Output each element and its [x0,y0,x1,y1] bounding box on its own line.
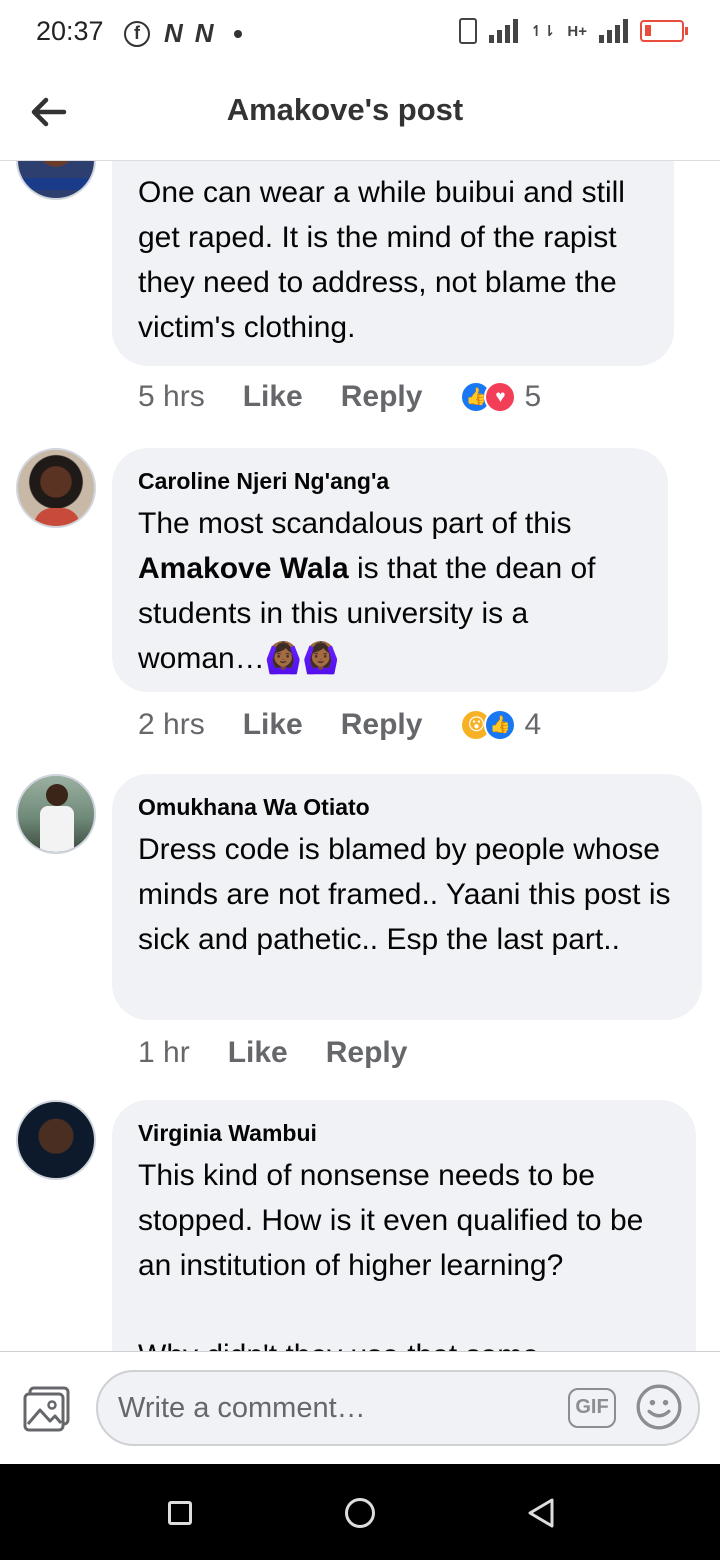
comment-actions: 1 hr Like Reply [138,1036,445,1070]
reply-button[interactable]: Reply [326,1036,408,1070]
comment-time: 1 hr [138,1036,190,1069]
network-type: H+ [567,22,587,40]
n-app-icon: N [164,18,183,48]
avatar[interactable] [16,1100,96,1180]
dot-icon [233,29,242,38]
n-app-icon: N [194,18,214,48]
reaction-count: 5 [524,380,542,413]
vibrate-icon [459,18,478,44]
comment-author[interactable]: Virginia Wambui [138,1120,670,1147]
battery-icon [640,20,688,42]
emoji-icon[interactable] [636,1384,682,1430]
notification-icons: f N N [124,18,242,49]
reactions[interactable]: 😮 👍 [460,709,517,741]
like-button[interactable]: Like [228,1036,288,1070]
reactions[interactable]: 👍 ♥ [460,381,517,413]
avatar[interactable] [16,160,96,200]
comment-author[interactable]: Omukhana Wa Otiato [138,794,676,821]
comment-author[interactable]: Caroline Njeri Ng'ang'a [138,468,642,495]
comment-actions: 5 hrs Like Reply 👍 ♥ 5 [138,380,541,414]
reaction-count: 4 [524,708,542,741]
reply-button[interactable]: Reply [341,708,423,742]
comment-text: This kind of nonsense needs to be stoppe… [138,1159,644,1282]
like-reaction-icon: 👍 [484,709,517,741]
comment-text: One can wear a while buibui and still ge… [138,176,625,344]
data-arrows-icon: ↿⇂ [530,23,556,40]
back-triangle-icon[interactable] [526,1497,556,1529]
like-button[interactable]: Like [243,708,303,742]
avatar[interactable] [16,448,96,528]
status-bar: 20:37 f N N ↿⇂ H+ [0,0,720,66]
like-button[interactable]: Like [243,380,303,414]
recents-button[interactable] [168,1501,192,1525]
comment-bubble[interactable]: Omukhana Wa Otiato Dress code is blamed … [112,774,702,1020]
comment-input[interactable]: Write a comment… GIF [96,1370,700,1446]
top-bar: Amakove's post [0,66,720,161]
signal-icon [489,19,519,43]
system-nav-bar [0,1464,720,1560]
reply-button[interactable]: Reply [341,380,423,414]
facebook-icon: f [124,20,150,47]
avatar[interactable] [16,774,96,854]
comment-text: The most scandalous part of this Amakove… [138,501,642,681]
comment-placeholder: Write a comment… [118,1392,366,1424]
love-reaction-icon: ♥ [484,381,517,413]
status-time: 20:37 [36,16,104,46]
comment-bubble[interactable]: One can wear a while buibui and still ge… [112,160,674,366]
comment-bubble[interactable]: Virginia Wambui This kind of nonsense ne… [112,1100,696,1351]
comment-text-part: The most scandalous part of this [138,507,572,540]
system-icons: ↿⇂ H+ [459,18,688,44]
mention-link[interactable]: Amakove Wala [138,552,349,585]
comments-list[interactable]: One can wear a while buibui and still ge… [0,160,720,1351]
comment-time: 2 hrs [138,708,205,741]
photo-icon[interactable] [22,1386,72,1432]
comment-bubble[interactable]: Caroline Njeri Ng'ang'a The most scandal… [112,448,668,692]
home-button[interactable] [345,1498,375,1528]
gif-button[interactable]: GIF [568,1388,616,1428]
comment-text: Dress code is blamed by people whose min… [138,833,671,956]
comment-composer: Write a comment… GIF [0,1351,720,1465]
comment-text-continued: Why didn't they use that same [138,1333,670,1351]
comment-time: 5 hrs [138,380,205,413]
signal-icon [599,19,628,43]
comment-actions: 2 hrs Like Reply 😮 👍 4 [138,708,541,742]
page-title: Amakove's post [226,92,464,127]
